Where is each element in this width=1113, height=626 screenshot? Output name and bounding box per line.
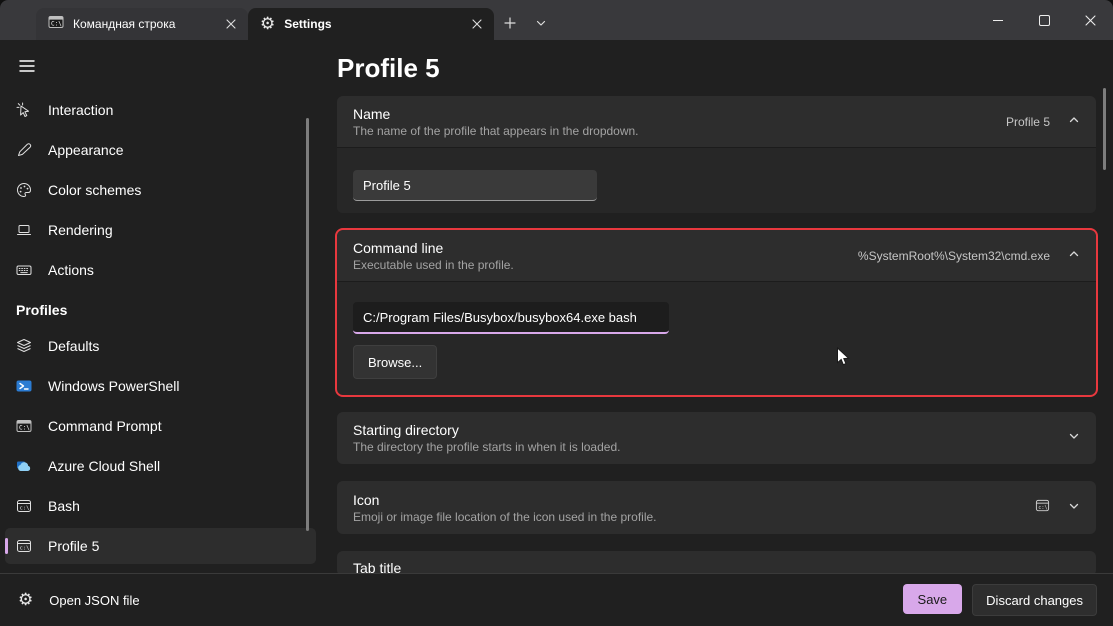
- sidebar-item-actions[interactable]: Actions: [5, 252, 316, 288]
- svg-text:c:\: c:\: [1038, 504, 1047, 510]
- setting-card-name-header[interactable]: Name The name of the profile that appear…: [337, 96, 1096, 147]
- setting-description: Emoji or image file location of the icon…: [353, 510, 657, 524]
- azure-cloud-icon: [16, 458, 32, 474]
- setting-card-command-line: Command line Executable used in the prof…: [337, 230, 1096, 395]
- tab-dropdown-button[interactable]: [527, 8, 555, 38]
- appearance-icon: [16, 142, 32, 158]
- settings-sidebar: Interaction Appearance Color schemes Ren…: [0, 40, 321, 573]
- powershell-icon: [16, 378, 32, 394]
- color-schemes-icon: [16, 182, 32, 198]
- chevron-up-icon: [1068, 247, 1080, 265]
- tab-close-icon[interactable]: [466, 13, 488, 35]
- sidebar-scrollbar[interactable]: [306, 118, 309, 531]
- layers-icon: [16, 338, 32, 354]
- sidebar-item-defaults[interactable]: Defaults: [5, 328, 316, 364]
- browse-button[interactable]: Browse...: [353, 345, 437, 379]
- sidebar-item-profile-5[interactable]: c:\ Profile 5: [5, 528, 316, 564]
- sidebar-item-label: Defaults: [48, 338, 99, 354]
- terminal-settings-window: C:\ Командная строка ⚙ Settings: [0, 0, 1113, 626]
- svg-text:C:\: C:\: [19, 425, 30, 432]
- tab-title: Командная строка: [73, 17, 211, 31]
- sidebar-item-label: Color schemes: [48, 182, 141, 198]
- discard-changes-button[interactable]: Discard changes: [972, 584, 1097, 616]
- window-controls: [975, 0, 1113, 40]
- setting-title: Icon: [353, 492, 657, 508]
- setting-description: The directory the profile starts in when…: [353, 440, 620, 454]
- sidebar-item-label: Actions: [48, 262, 94, 278]
- setting-card-icon: Icon Emoji or image file location of the…: [337, 481, 1096, 534]
- chevron-down-icon: [1068, 429, 1080, 447]
- sidebar-item-interaction[interactable]: Interaction: [5, 92, 316, 128]
- close-button[interactable]: [1067, 0, 1113, 40]
- profiles-section-header: Profiles: [16, 302, 305, 318]
- tab-close-icon[interactable]: [220, 13, 242, 35]
- command-line-input[interactable]: [353, 302, 669, 334]
- sidebar-item-label: Azure Cloud Shell: [48, 458, 160, 474]
- profile-icon-preview: c:\: [1035, 498, 1050, 518]
- sidebar-item-label: Appearance: [48, 142, 124, 158]
- setting-card-icon-header[interactable]: Icon Emoji or image file location of the…: [337, 481, 1096, 534]
- setting-card-starting-directory-header[interactable]: Starting directory The directory the pro…: [337, 412, 1096, 464]
- sidebar-item-command-prompt[interactable]: C:\ Command Prompt: [5, 408, 316, 444]
- terminal-outline-icon: c:\: [16, 498, 32, 514]
- sidebar-item-label: Command Prompt: [48, 418, 162, 434]
- svg-text:c:\: c:\: [20, 546, 30, 552]
- setting-value: Profile 5: [1006, 115, 1050, 129]
- page-title: Profile 5: [337, 48, 1096, 88]
- sidebar-item-rendering[interactable]: Rendering: [5, 212, 316, 248]
- sidebar-item-label: Profile 5: [48, 538, 99, 554]
- chevron-up-icon: [1068, 113, 1080, 131]
- setting-card-starting-directory: Starting directory The directory the pro…: [337, 412, 1096, 464]
- sidebar-item-label: Rendering: [48, 222, 113, 238]
- tab-title: Settings: [284, 17, 457, 31]
- footer-bar: ⚙ Open JSON file Save Discard changes: [0, 573, 1113, 626]
- cmd-icon: C:\: [16, 418, 32, 434]
- setting-card-command-line-header[interactable]: Command line Executable used in the prof…: [337, 230, 1096, 281]
- setting-title: Name: [353, 106, 639, 122]
- sidebar-nav: Interaction Appearance Color schemes Ren…: [0, 92, 321, 568]
- terminal-outline-icon: c:\: [16, 538, 32, 554]
- tab-command-prompt[interactable]: C:\ Командная строка: [36, 8, 248, 40]
- tab-settings[interactable]: ⚙ Settings: [248, 8, 494, 40]
- open-json-file-button[interactable]: ⚙ Open JSON file: [16, 583, 142, 617]
- sidebar-item-bash[interactable]: c:\ Bash: [5, 488, 316, 524]
- menu-button[interactable]: [15, 55, 39, 77]
- svg-text:C:\: C:\: [51, 20, 62, 27]
- titlebar: C:\ Командная строка ⚙ Settings: [0, 0, 1113, 40]
- setting-description: Executable used in the profile.: [353, 258, 514, 272]
- setting-value: %SystemRoot%\System32\cmd.exe: [858, 249, 1050, 263]
- setting-title: Command line: [353, 240, 514, 256]
- setting-card-tab-title: Tab title: [337, 551, 1096, 573]
- setting-card-name-body: [337, 147, 1096, 213]
- svg-text:c:\: c:\: [20, 506, 30, 512]
- cmd-icon: C:\: [48, 14, 64, 35]
- sidebar-item-label: Windows PowerShell: [48, 378, 180, 394]
- setting-title: Tab title: [353, 560, 401, 573]
- minimize-button[interactable]: [975, 0, 1021, 40]
- gear-icon: ⚙: [260, 16, 275, 32]
- sidebar-item-windows-powershell[interactable]: Windows PowerShell: [5, 368, 316, 404]
- interaction-icon: [16, 102, 32, 118]
- setting-card-command-line-body: Browse...: [337, 281, 1096, 395]
- open-json-file-label: Open JSON file: [49, 593, 139, 608]
- sidebar-item-color-schemes[interactable]: Color schemes: [5, 172, 316, 208]
- save-button[interactable]: Save: [903, 584, 963, 614]
- maximize-button[interactable]: [1021, 0, 1067, 40]
- setting-description: The name of the profile that appears in …: [353, 124, 639, 138]
- rendering-icon: [16, 222, 32, 238]
- sidebar-item-appearance[interactable]: Appearance: [5, 132, 316, 168]
- settings-content: Profile 5 Name The name of the profile t…: [321, 40, 1113, 573]
- content-scrollbar[interactable]: [1103, 88, 1106, 170]
- gear-icon: ⚙: [18, 592, 33, 608]
- sidebar-item-label: Bash: [48, 498, 80, 514]
- setting-card-name: Name The name of the profile that appear…: [337, 96, 1096, 213]
- chevron-down-icon: [1068, 499, 1080, 517]
- setting-card-tab-title-header[interactable]: Tab title: [337, 551, 1096, 573]
- actions-icon: [16, 262, 32, 278]
- profile-name-input[interactable]: [353, 170, 597, 201]
- sidebar-item-azure-cloud-shell[interactable]: Azure Cloud Shell: [5, 448, 316, 484]
- new-tab-button[interactable]: [496, 8, 524, 38]
- setting-title: Starting directory: [353, 422, 620, 438]
- sidebar-item-label: Interaction: [48, 102, 113, 118]
